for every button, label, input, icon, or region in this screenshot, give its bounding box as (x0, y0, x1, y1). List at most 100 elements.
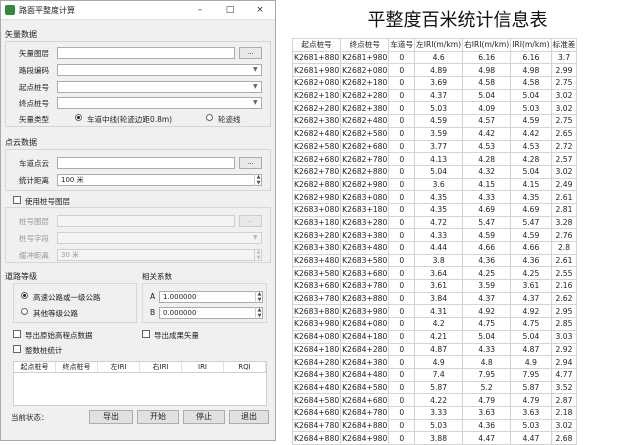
coef-b-input[interactable]: 0.000000 (159, 307, 263, 319)
table-cell: K2683+480 (340, 241, 390, 255)
table-cell: 4.92 (510, 304, 552, 319)
cloud-browse-button[interactable]: ... (239, 157, 262, 169)
table-header-cell: 车道号 (388, 38, 416, 52)
table-row: K2684+680 K2684+780 0 3.33 3.63 3.63 2.18 (291, 405, 578, 420)
table-cell: 2.49 (550, 177, 578, 192)
end-chain-select[interactable] (57, 97, 262, 109)
table-cell: 3.02 (550, 164, 578, 179)
table-cell: 4.72 (414, 215, 464, 230)
table-cell: K2683+580 (291, 266, 342, 281)
buffer-input[interactable]: 30 米 (57, 249, 262, 261)
spin-arrows-icon[interactable]: ▲ ▼ (255, 307, 263, 319)
table-cell: K2681+980 (291, 63, 342, 78)
table-cell: 5.03 (414, 418, 464, 433)
table-cell: 0 (388, 393, 416, 407)
table-cell: 3.88 (414, 431, 464, 445)
highway-radio[interactable] (21, 292, 28, 299)
table-cell: K2682+180 (291, 88, 342, 103)
table-cell: 4.47 (510, 431, 552, 445)
cloud-label: 车道点云 (19, 159, 49, 168)
spin-arrows-icon[interactable]: ▲ ▼ (254, 249, 262, 261)
other-road-radio[interactable] (21, 308, 28, 315)
whole-stats-checkbox[interactable] (13, 345, 21, 353)
title-bar: 路面平整度计算 – □ × (1, 1, 275, 20)
export-elev-checkbox[interactable] (13, 330, 21, 338)
stat-distance-input[interactable]: 100 米 (57, 174, 262, 186)
table-cell: K2681+880 (291, 50, 342, 65)
export-button[interactable]: 导出 (89, 410, 133, 424)
table-cell: 3.61 (414, 279, 464, 293)
road-code-select[interactable] (57, 64, 262, 76)
table-row: K2684+780 K2684+880 0 5.03 4.36 5.03 3.02 (291, 418, 578, 433)
table-cell: 3.7 (550, 50, 578, 65)
vector-browse-button[interactable]: ... (239, 47, 262, 59)
chain-field-select[interactable] (57, 232, 262, 244)
start-button[interactable]: 开始 (137, 410, 179, 424)
table-cell: 4.44 (414, 241, 464, 255)
start-chain-select[interactable] (57, 81, 262, 93)
table-cell: K2682+280 (340, 88, 390, 103)
table-body: K2681+880 K2681+980 0 4.6 6.16 6.16 3.7 K2681+9… (291, 50, 578, 445)
table-cell: K2683+280 (340, 215, 390, 230)
table-cell: 2.94 (550, 355, 578, 369)
col-header[interactable]: RQI (224, 362, 266, 372)
spin-arrows-icon[interactable]: ▲ ▼ (255, 291, 263, 303)
table-row: K2682+980 K2683+080 0 4.35 4.33 4.35 2.61 (291, 190, 578, 204)
export-vector-checkbox[interactable] (142, 330, 150, 338)
table-cell: K2683+780 (291, 291, 342, 306)
table-row: K2684+080 K2684+180 0 4.21 5.04 5.04 3.03 (291, 329, 578, 344)
chain-layer-input[interactable] (57, 215, 235, 227)
table-row: K2682+580 K2682+680 0 3.77 4.53 4.53 2.72 (291, 139, 578, 154)
table-cell: 3.69 (414, 76, 464, 90)
col-header[interactable]: IRI (182, 362, 224, 372)
col-header[interactable]: 起点桩号 (14, 362, 56, 372)
table-cell: K2684+280 (340, 342, 390, 357)
spin-arrows-icon[interactable]: ▲ ▼ (254, 174, 262, 186)
table-row: K2682+280 K2682+380 0 5.03 4.09 5.03 3.02 (291, 101, 578, 116)
table-cell: 4.59 (462, 228, 512, 242)
table-cell: 0 (388, 126, 416, 141)
minimize-button[interactable]: – (185, 5, 215, 15)
table-cell: 6.16 (462, 50, 512, 65)
table-cell: 4.22 (414, 393, 464, 407)
use-chain-checkbox[interactable] (13, 196, 21, 204)
table-row: K2683+980 K2684+080 0 4.2 4.75 4.75 2.85 (291, 317, 578, 331)
table-cell: 4.8 (462, 355, 512, 369)
table-cell: 0 (388, 431, 416, 445)
col-header[interactable]: 右IRI (140, 362, 182, 372)
vector-layer-input[interactable] (57, 47, 235, 59)
table-row: K2682+880 K2682+980 0 3.6 4.15 4.15 2.49 (291, 177, 578, 192)
table-cell: K2684+780 (291, 418, 342, 433)
center-line-radio[interactable] (75, 114, 82, 121)
table-cell: 2.87 (550, 393, 578, 407)
table-cell: 4.25 (462, 266, 512, 281)
table-cell: K2682+780 (340, 152, 390, 166)
table-cell: K2684+980 (340, 431, 390, 445)
close-button[interactable]: × (245, 5, 275, 15)
stop-button[interactable]: 停止 (183, 410, 225, 424)
table-cell: 3.52 (550, 380, 578, 395)
wheel-line-radio[interactable] (206, 114, 213, 121)
col-header[interactable]: 终点桩号 (56, 362, 98, 372)
table-cell: 2.85 (550, 317, 578, 331)
result-list[interactable] (13, 373, 267, 406)
table-cell: 4.79 (462, 393, 512, 407)
cloud-input[interactable] (57, 157, 235, 169)
table-cell: K2682+580 (340, 126, 390, 141)
table-cell: 2.81 (550, 202, 578, 217)
coef-a-input[interactable]: 1.000000 (159, 291, 263, 303)
coef-title: 相关系数 (142, 272, 172, 281)
table-cell: 0 (388, 63, 416, 78)
table-row: K2683+280 K2683+380 0 4.33 4.59 4.59 2.76 (291, 228, 578, 242)
exit-button[interactable]: 退出 (229, 410, 269, 424)
chain-browse-button[interactable]: ... (239, 215, 262, 227)
table-cell: K2684+080 (340, 317, 390, 331)
col-header[interactable]: 左IRI (98, 362, 140, 372)
table-row: K2684+880 K2684+980 0 3.88 4.47 4.47 2.68 (291, 431, 578, 445)
table-cell: 2.72 (550, 139, 578, 154)
table-cell: K2683+980 (291, 317, 342, 331)
maximize-button[interactable]: □ (215, 5, 245, 15)
table-cell: 0 (388, 50, 416, 65)
table-cell: K2684+480 (291, 380, 342, 395)
table-cell: K2683+580 (340, 253, 390, 268)
